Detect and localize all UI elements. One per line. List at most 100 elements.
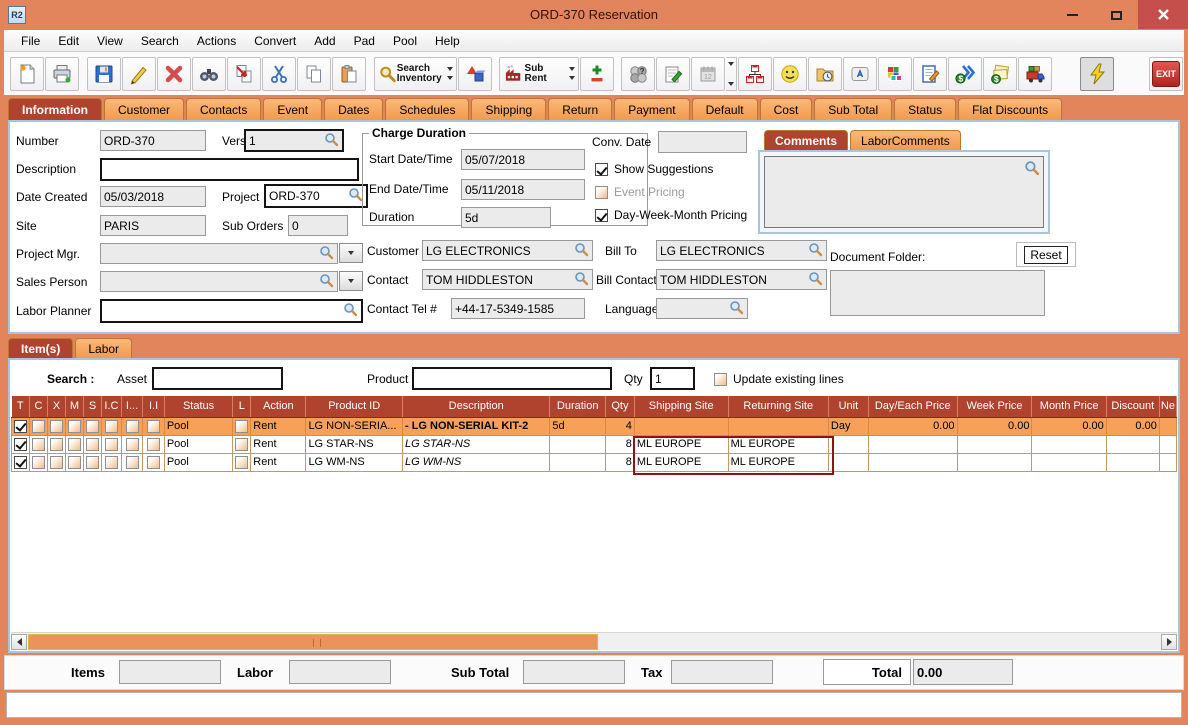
document-folder-box[interactable] [830,270,1045,316]
close-button[interactable] [1138,0,1188,29]
cell-checkbox[interactable] [142,434,165,454]
grid-row-2[interactable]: Pool Rent LG STAR-NS LG STAR-NS 8 ML EUR… [11,434,1177,454]
cell-checkbox[interactable] [29,434,48,454]
cell-checkbox[interactable] [47,434,66,454]
shapes-button[interactable] [457,56,492,91]
cell-checkbox[interactable] [142,452,165,472]
cell-checkbox[interactable] [29,452,48,472]
cell-unit[interactable] [827,434,869,454]
event-pricing-checkbox[interactable] [595,184,608,202]
menu-add[interactable]: Add [305,32,344,50]
cell-day-price[interactable] [867,452,958,472]
exit-button[interactable]: EXIT [1149,56,1184,91]
sales-person-field[interactable] [100,271,338,292]
new-document-button[interactable] [10,56,44,91]
col-returning-site[interactable]: Returning Site [728,396,829,418]
cell-qty[interactable]: 4 [604,416,635,436]
save-button[interactable] [86,56,121,91]
project-lookup-icon[interactable] [348,187,363,205]
cell-ne[interactable] [1158,452,1177,472]
col-product-id[interactable]: Product ID [305,396,403,418]
update-existing-lines-checkbox[interactable] [714,371,727,389]
cell-week-price[interactable] [956,452,1033,472]
sales-person-dropdown[interactable] [339,271,363,291]
col-ne[interactable]: Ne [1159,396,1177,418]
cell-checkbox[interactable] [101,434,122,454]
col-duration[interactable]: Duration [549,396,606,418]
scrollbar-thumb[interactable] [28,634,598,650]
cell-checkbox[interactable] [83,452,102,472]
labor-total-field[interactable] [289,660,391,684]
cell-status[interactable]: Pool [163,416,234,436]
col-ii[interactable]: I.I [142,396,165,418]
tab-contacts[interactable]: Contacts [186,98,262,120]
customer-lookup-icon[interactable] [574,242,589,260]
qty-input[interactable] [650,367,695,390]
tab-status[interactable]: Status [894,98,957,120]
product-input[interactable] [412,367,612,390]
horizontal-scrollbar[interactable] [11,632,1177,650]
cell-checkbox[interactable] [120,434,144,454]
calendar-dropdown[interactable] [726,56,738,91]
tab-dates[interactable]: Dates [324,98,384,120]
cell-checkbox[interactable] [65,452,84,472]
tab-shipping[interactable]: Shipping [471,98,547,120]
bill-contact-lookup-icon[interactable] [808,271,823,289]
maximize-button[interactable] [1096,0,1136,30]
contact-button[interactable] [773,56,808,91]
duration-field[interactable]: 5d [461,207,551,228]
cell-checkbox[interactable] [65,416,84,436]
customer-field[interactable]: LG ELECTRONICS [422,240,593,261]
menu-pool[interactable]: Pool [384,32,426,50]
sales-person-lookup-icon[interactable] [319,273,334,291]
comments-lookup-icon[interactable] [1024,160,1040,181]
cell-qty[interactable]: 8 [604,434,635,454]
cell-product-id[interactable]: LG STAR-NS [305,434,403,454]
sub-rent-button[interactable]: Sub Rent [499,56,579,91]
project-mgr-lookup-icon[interactable] [319,245,334,263]
scroll-right-button[interactable] [1161,634,1177,650]
cell-status[interactable]: Pool [163,434,234,454]
cell-checkbox[interactable] [47,416,66,436]
cell-action[interactable]: Rent [250,416,307,436]
col-qty[interactable]: Qty [605,396,635,418]
dwm-pricing-checkbox[interactable] [595,207,608,225]
scroll-left-button[interactable] [11,634,27,650]
col-m[interactable]: M [65,396,84,418]
reset-button[interactable]: Reset [1024,245,1068,264]
cell-month-price[interactable] [1031,452,1107,472]
tab-comments[interactable]: Comments [764,130,849,150]
col-discount[interactable]: Discount [1106,396,1160,418]
bill-contact-field[interactable]: TOM HIDDLESTON [656,269,827,290]
menu-pad[interactable]: Pad [345,32,384,50]
cell-day-price[interactable] [867,434,958,454]
tab-payment[interactable]: Payment [614,98,690,120]
project-field[interactable]: ORD-370 [264,184,368,208]
find-button[interactable] [191,56,226,91]
total-field[interactable]: 0.00 [913,659,1013,685]
cell-checkbox[interactable] [232,434,252,454]
grid-row-1[interactable]: Pool Rent LG NON-SERIA... - LG NON-SERIA… [11,416,1177,436]
menu-edit[interactable]: Edit [49,32,88,50]
sub-rent-dropdown[interactable] [568,67,575,80]
col-l[interactable]: L [232,396,252,418]
cell-action[interactable]: Rent [250,452,307,472]
search-inventory-button[interactable]: Search Inventory [373,56,457,91]
copy-button[interactable] [296,56,331,91]
cell-description[interactable]: - LG NON-SERIAL KIT-2 [401,416,551,436]
comments-textarea[interactable] [764,156,1044,228]
cell-checkbox[interactable] [101,452,122,472]
tab-return[interactable]: Return [548,98,613,120]
calendar-button[interactable]: 12 [691,56,726,91]
cell-checkbox[interactable] [83,416,102,436]
tab-sub-total[interactable]: Sub Total [814,98,893,120]
cell-discount[interactable]: 0.00 [1105,416,1160,436]
cell-product-id[interactable]: LG WM-NS [305,452,403,472]
col-x[interactable]: X [47,396,66,418]
col-t[interactable]: T [11,396,30,418]
cell-checkbox[interactable] [83,434,102,454]
col-shipping-site[interactable]: Shipping Site [634,396,729,418]
edit-document-button[interactable] [913,56,948,91]
site-field[interactable]: PARIS [100,215,206,236]
add-line-button[interactable] [579,56,614,91]
